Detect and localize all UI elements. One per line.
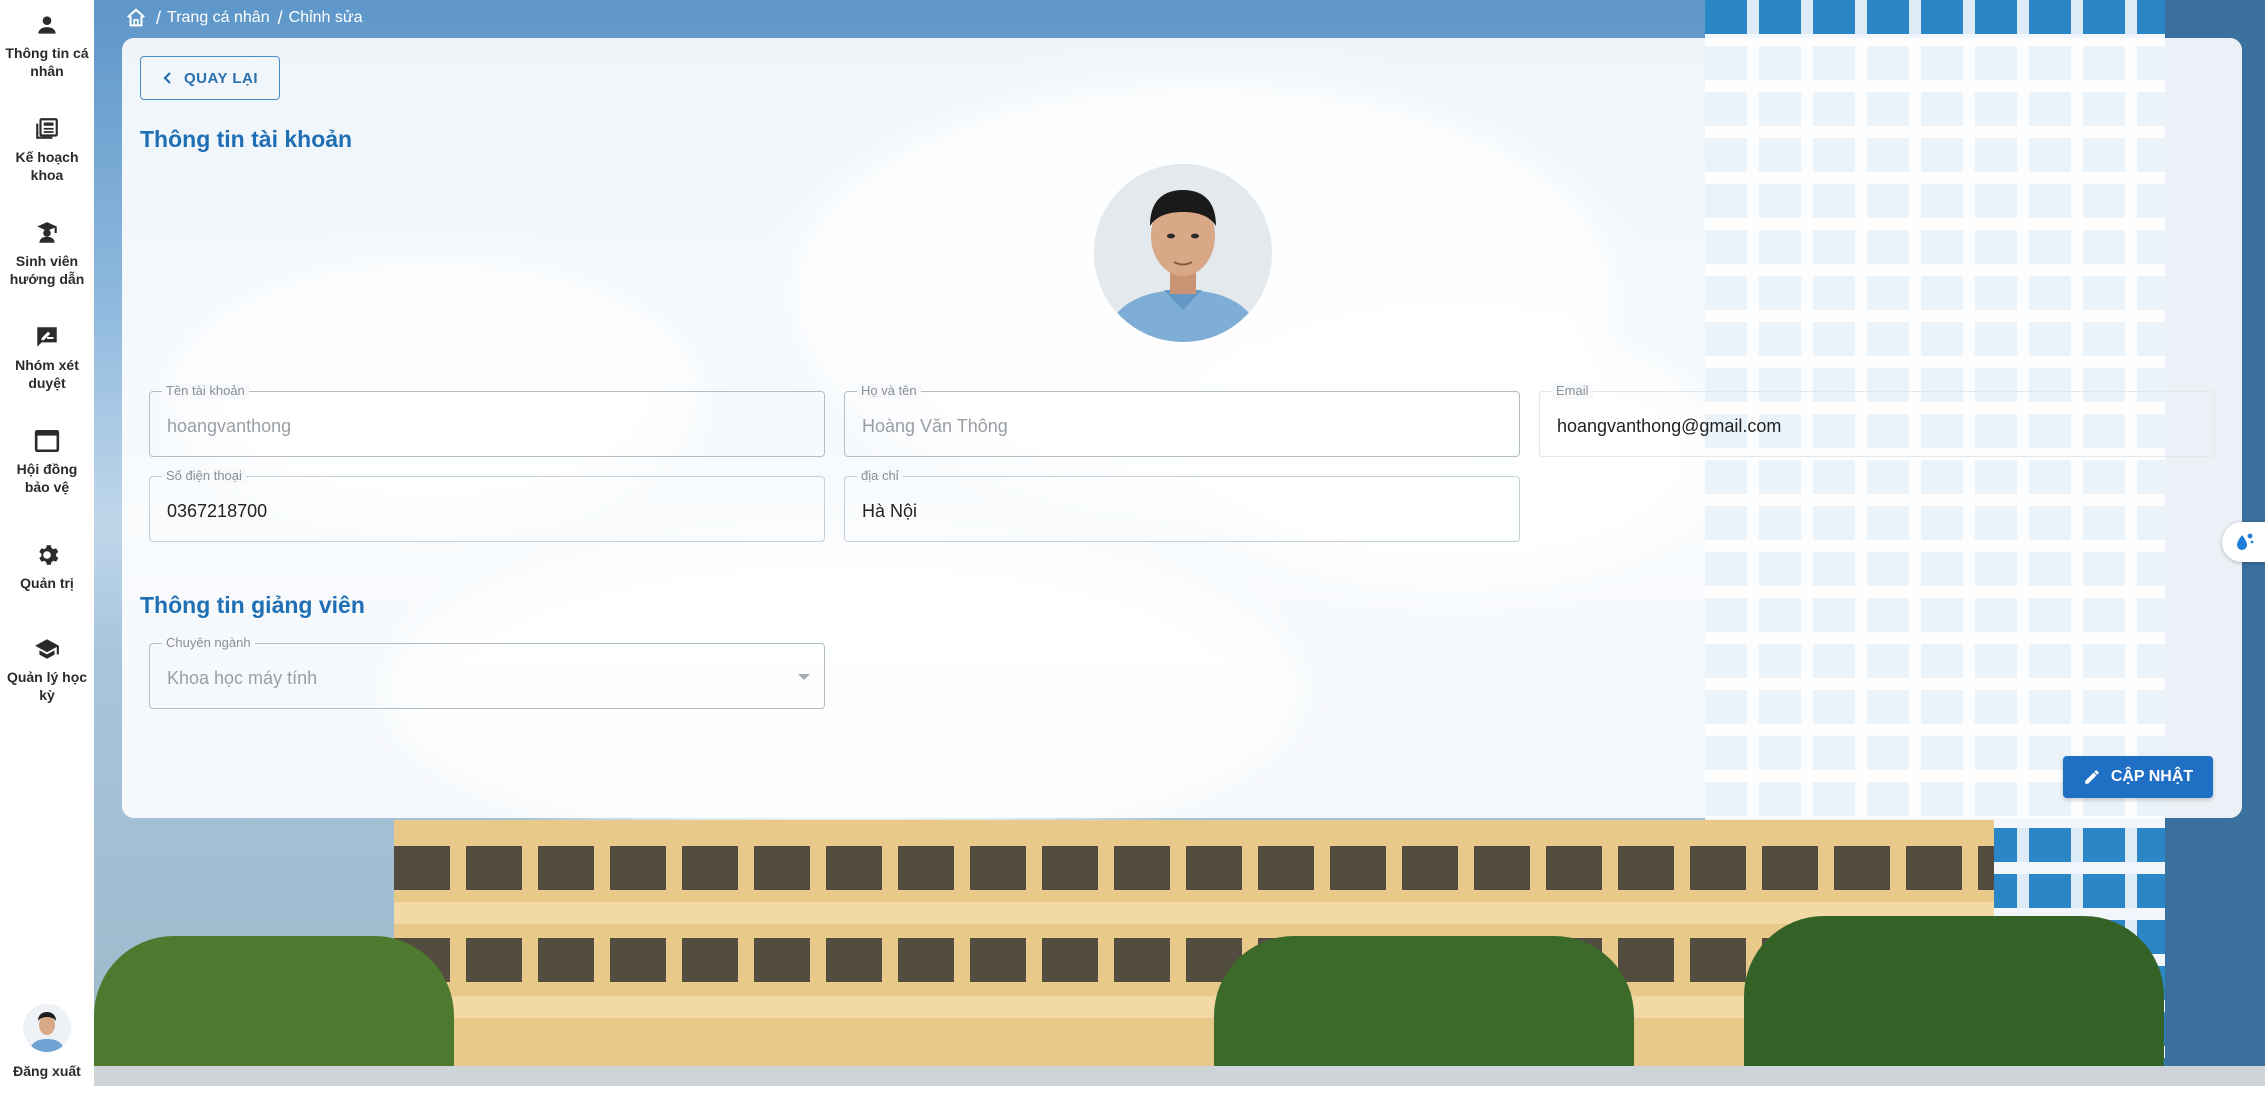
graduation-cap-icon <box>35 639 59 659</box>
student-icon <box>37 222 57 243</box>
phone-field[interactable]: Số điện thoại <box>149 468 825 542</box>
sidebar-item-label: Kế hoạch khoa <box>15 149 79 183</box>
major-select: Chuyên ngành Khoa học máy tính <box>149 635 825 709</box>
breadcrumb-separator: / <box>156 7 162 28</box>
profile-photo[interactable] <box>1094 164 1272 342</box>
major-value: Khoa học máy tính <box>167 668 318 688</box>
sidebar-item-supervised-students[interactable]: Sinh viên hướng dẫn <box>0 220 94 288</box>
email-field[interactable]: Email <box>1539 383 2215 457</box>
sidebar-item-label: Nhóm xét duyệt <box>15 357 79 391</box>
sidebar-item-review-group[interactable]: Nhóm xét duyệt <box>0 324 94 392</box>
fullname-label: Họ và tên <box>857 383 921 399</box>
rate-review-icon <box>37 327 57 347</box>
sidebar-item-label: Quản trị <box>20 575 74 591</box>
person-icon <box>38 16 56 34</box>
sidebar-item-defense-council[interactable]: Hội đồng bảo vệ <box>0 428 94 496</box>
sidebar-item-label: Sinh viên hướng dẫn <box>9 253 85 287</box>
chevron-left-icon <box>163 72 171 84</box>
newspaper-icon <box>36 118 58 139</box>
home-icon[interactable] <box>124 7 148 29</box>
phone-label: Số điện thoại <box>162 468 246 484</box>
update-button[interactable]: CẬP NHẬT <box>2063 756 2213 798</box>
username-value: hoangvanthong <box>167 416 292 436</box>
update-button-label: CẬP NHẬT <box>2110 768 2194 785</box>
avatar <box>23 1004 71 1052</box>
pencil-icon <box>2085 770 2099 784</box>
address-input[interactable] <box>862 500 1476 522</box>
breadcrumb-separator: / <box>277 7 283 28</box>
gear-icon <box>39 545 59 565</box>
address-field[interactable]: địa chỉ <box>844 468 1520 542</box>
breadcrumb: / Trang cá nhân / Chỉnh sửa <box>124 6 362 30</box>
profile-edit-card: QUAY LẠI Thông tin tài khoản Tên tài kho… <box>122 38 2242 818</box>
email-label: Email <box>1552 383 1593 399</box>
logout-button[interactable]: Đăng xuất <box>0 1004 94 1080</box>
sidebar-item-admin[interactable]: Quản trị <box>0 542 94 592</box>
account-section-title: Thông tin tài khoản <box>140 126 353 152</box>
sidebar-item-department-plan[interactable]: Kế hoạch khoa <box>0 116 94 184</box>
email-input[interactable] <box>1557 415 2171 437</box>
phone-input[interactable] <box>167 500 781 522</box>
fullname-field: Họ và tên Hoàng Văn Thông <box>844 383 1520 457</box>
back-button[interactable]: QUAY LẠI <box>140 56 280 100</box>
droplet-icon <box>2236 533 2253 550</box>
address-label: địa chỉ <box>857 468 903 484</box>
floating-widget-button[interactable] <box>2222 522 2265 562</box>
sidebar-item-label: Quản lý học kỳ <box>6 669 88 703</box>
lecturer-section-title: Thông tin giảng viên <box>140 592 365 618</box>
sidebar-item-label: Hội đồng bảo vệ <box>16 461 78 495</box>
major-label: Chuyên ngành <box>162 635 255 651</box>
back-button-label: QUAY LẠI <box>183 69 259 87</box>
sidebar: Thông tin cá nhân Kế hoạch khoa Sinh viê… <box>0 0 94 1094</box>
username-field: Tên tài khoản hoangvanthong <box>149 383 825 457</box>
window-icon <box>34 429 60 453</box>
breadcrumb-item-profile[interactable]: Trang cá nhân <box>167 9 270 27</box>
username-label: Tên tài khoản <box>162 383 249 399</box>
sidebar-item-semester-management[interactable]: Quản lý học kỳ <box>0 636 94 704</box>
logout-label: Đăng xuất <box>13 1063 81 1079</box>
sidebar-item-label: Thông tin cá nhân <box>5 45 89 79</box>
sidebar-item-profile[interactable]: Thông tin cá nhân <box>0 12 94 80</box>
breadcrumb-item-edit[interactable]: Chỉnh sửa <box>289 9 363 27</box>
fullname-value: Hoàng Văn Thông <box>862 416 1008 436</box>
chevron-down-icon <box>798 674 810 680</box>
